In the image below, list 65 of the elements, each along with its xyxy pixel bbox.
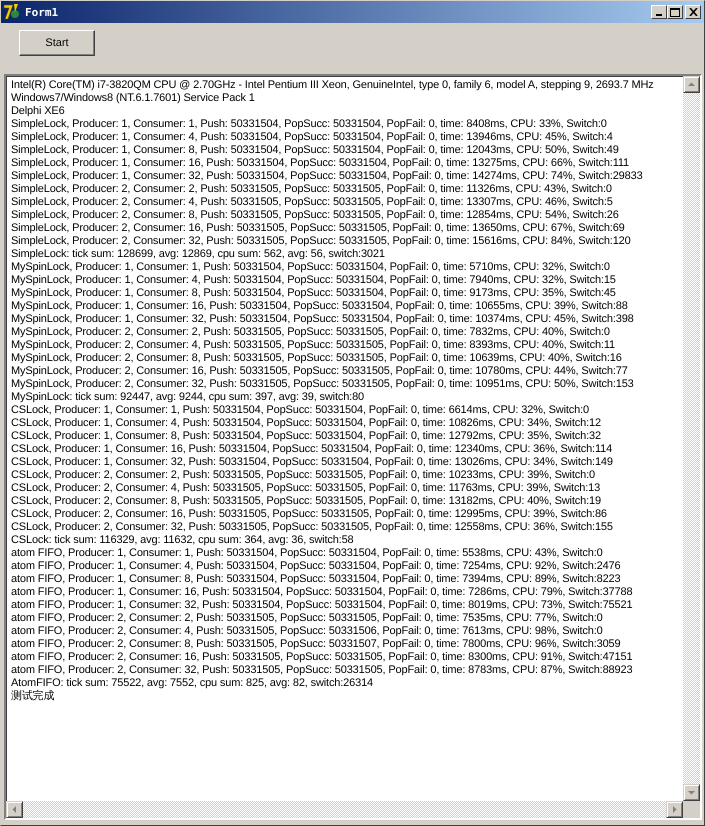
scroll-down-button[interactable] xyxy=(683,784,700,801)
log-line: CSLock, Producer: 1, Consumer: 32, Push: 50331504, PopSucc: 50331504, PopFail: 0, time: 13026ms, CPU: 34%, Switch:149 xyxy=(11,456,613,469)
scroll-right-button[interactable] xyxy=(666,801,683,818)
log-line: SimpleLock, Producer: 2, Consumer: 4, Push: 50331505, PopSucc: 50331505, PopFail: 0, time: 13307ms, CPU: 46%, Switch:5 xyxy=(11,196,613,209)
log-line: atom FIFO, Producer: 2, Consumer: 32, Push: 50331505, PopSucc: 50331505, PopFail: 0, time: 8783ms, CPU: 87%, Switch:88923 xyxy=(11,664,632,677)
log-line: atom FIFO, Producer: 1, Consumer: 32, Push: 50331504, PopSucc: 50331504, PopFail: 0, time: 8019ms, CPU: 73%, Switch:75521 xyxy=(11,599,632,612)
scroll-up-button[interactable] xyxy=(683,76,700,93)
log-line: MySpinLock, Producer: 1, Consumer: 8, Push: 50331504, PopSucc: 50331504, PopFail: 0, time: 9173ms, CPU: 35%, Switch:45 xyxy=(11,287,616,300)
up-arrow-icon xyxy=(688,81,695,88)
log-line: atom FIFO, Producer: 2, Consumer: 8, Push: 50331505, PopSucc: 50331507, PopFail: 0, time: 7800ms, CPU: 96%, Switch:3059 xyxy=(11,638,620,651)
log-line: SimpleLock, Producer: 1, Consumer: 32, Push: 50331504, PopSucc: 50331504, PopFail: 0, time: 14274ms, CPU: 74%, Switch:29833 xyxy=(11,170,643,183)
log-line: SimpleLock, Producer: 1, Consumer: 4, Push: 50331504, PopSucc: 50331504, PopFail: 0, time: 13946ms, CPU: 45%, Switch:4 xyxy=(11,131,613,144)
log-line: CSLock, Producer: 1, Consumer: 16, Push: 50331504, PopSucc: 50331504, PopFail: 0, time: 12340ms, CPU: 36%, Switch:114 xyxy=(11,443,612,456)
log-line: SimpleLock, Producer: 1, Consumer: 16, Push: 50331504, PopSucc: 50331504, PopFail: 0, time: 13275ms, CPU: 66%, Switch:111 xyxy=(11,157,629,170)
minimize-button[interactable] xyxy=(651,5,667,19)
log-line: SimpleLock, Producer: 1, Consumer: 1, Push: 50331504, PopSucc: 50331504, PopFail: 0, time: 8408ms, CPU: 33%, Switch:0 xyxy=(11,118,607,131)
log-line: Intel(R) Core(TM) i7-3820QM CPU @ 2.70GHz - Intel Pentium III Xeon, GenuineIntel, type 0, family 6, model A, stepping 9, 2693.7 MHz xyxy=(11,79,654,92)
left-arrow-icon xyxy=(11,806,18,813)
log-line: CSLock, Producer: 2, Consumer: 16, Push: 50331505, PopSucc: 50331505, PopFail: 0, time: 12995ms, CPU: 39%, Switch:86 xyxy=(11,508,607,521)
log-line: atom FIFO, Producer: 2, Consumer: 2, Push: 50331505, PopSucc: 50331505, PopFail: 0, time: 7535ms, CPU: 77%, Switch:0 xyxy=(11,612,603,625)
close-button[interactable] xyxy=(685,5,701,19)
close-icon xyxy=(688,8,698,16)
log-line: MySpinLock, Producer: 2, Consumer: 8, Push: 50331505, PopSucc: 50331505, PopFail: 0, time: 10639ms, CPU: 40%, Switch:16 xyxy=(11,352,622,365)
log-line: SimpleLock, Producer: 2, Consumer: 2, Push: 50331505, PopSucc: 50331505, PopFail: 0, time: 11326ms, CPU: 43%, Switch:0 xyxy=(11,183,612,196)
log-line: atom FIFO, Producer: 1, Consumer: 4, Push: 50331504, PopSucc: 50331504, PopFail: 0, time: 7254ms, CPU: 92%, Switch:2476 xyxy=(11,560,620,573)
log-line: MySpinLock, Producer: 1, Consumer: 32, Push: 50331504, PopSucc: 50331504, PopFail: 0, time: 10374ms, CPU: 45%, Switch:398 xyxy=(11,313,634,326)
log-line: MySpinLock, Producer: 1, Consumer: 1, Push: 50331504, PopSucc: 50331504, PopFail: 0, time: 5710ms, CPU: 32%, Switch:0 xyxy=(11,261,610,274)
log-line: SimpleLock, Producer: 2, Consumer: 8, Push: 50331505, PopSucc: 50331505, PopFail: 0, time: 12854ms, CPU: 54%, Switch:26 xyxy=(11,209,619,222)
right-arrow-icon xyxy=(671,806,678,813)
log-line: atom FIFO, Producer: 1, Consumer: 1, Push: 50331504, PopSucc: 50331504, PopFail: 0, time: 5538ms, CPU: 43%, Switch:0 xyxy=(11,547,603,560)
log-line: atom FIFO, Producer: 2, Consumer: 4, Push: 50331505, PopSucc: 50331506, PopFail: 0, time: 7613ms, CPU: 98%, Switch:0 xyxy=(11,625,603,638)
log-line: CSLock: tick sum: 116329, avg: 11632, cpu sum: 364, avg: 36, switch:58 xyxy=(11,534,354,547)
log-line: CSLock, Producer: 2, Consumer: 4, Push: 50331505, PopSucc: 50331505, PopFail: 0, time: 11763ms, CPU: 39%, Switch:13 xyxy=(11,482,600,495)
app-icon xyxy=(3,3,21,21)
log-line: atom FIFO, Producer: 1, Consumer: 8, Push: 50331504, PopSucc: 50331504, PopFail: 0, time: 7394ms, CPU: 89%, Switch:8223 xyxy=(11,573,620,586)
window-title: Form1 xyxy=(25,6,60,18)
log-line: CSLock, Producer: 2, Consumer: 2, Push: 50331505, PopSucc: 50331505, PopFail: 0, time: 10233ms, CPU: 39%, Switch:0 xyxy=(11,469,595,482)
maximize-button[interactable] xyxy=(667,5,683,19)
scrollbar-corner xyxy=(683,801,700,818)
log-line: MySpinLock, Producer: 2, Consumer: 4, Push: 50331505, PopSucc: 50331505, PopFail: 0, time: 8393ms, CPU: 40%, Switch:11 xyxy=(11,339,615,352)
log-line: CSLock, Producer: 1, Consumer: 1, Push: 50331504, PopSucc: 50331504, PopFail: 0, time: 6614ms, CPU: 32%, Switch:0 xyxy=(11,404,589,417)
log-line: atom FIFO, Producer: 1, Consumer: 16, Push: 50331504, PopSucc: 50331504, PopFail: 0, time: 7286ms, CPU: 79%, Switch:37788 xyxy=(11,586,632,599)
log-line: atom FIFO, Producer: 2, Consumer: 16, Push: 50331505, PopSucc: 50331505, PopFail: 0, time: 8300ms, CPU: 91%, Switch:47151 xyxy=(11,651,632,664)
log-line: 测试完成 xyxy=(11,690,54,703)
log-line: MySpinLock, Producer: 2, Consumer: 32, Push: 50331505, PopSucc: 50331505, PopFail: 0, time: 10951ms, CPU: 50%, Switch:153 xyxy=(11,378,634,391)
log-line: Delphi XE6 xyxy=(11,105,65,118)
log-line: AtomFIFO: tick sum: 75522, avg: 7552, cpu sum: 825, avg: 82, switch:26314 xyxy=(11,677,374,690)
log-line: MySpinLock, Producer: 1, Consumer: 16, Push: 50331504, PopSucc: 50331504, PopFail: 0, time: 10655ms, CPU: 39%, Switch:88 xyxy=(11,300,628,313)
log-line: SimpleLock, Producer: 2, Consumer: 16, Push: 50331505, PopSucc: 50331505, PopFail: 0, time: 13650ms, CPU: 67%, Switch:69 xyxy=(11,222,625,235)
log-line: SimpleLock, Producer: 2, Consumer: 32, Push: 50331505, PopSucc: 50331505, PopFail: 0, time: 15616ms, CPU: 84%, Switch:120 xyxy=(11,235,631,248)
log-line: MySpinLock: tick sum: 92447, avg: 9244, cpu sum: 397, avg: 39, switch:80 xyxy=(11,391,364,404)
log-line: CSLock, Producer: 1, Consumer: 8, Push: 50331504, PopSucc: 50331504, PopFail: 0, time: 12792ms, CPU: 35%, Switch:32 xyxy=(11,430,601,443)
log-line: CSLock, Producer: 2, Consumer: 8, Push: 50331505, PopSucc: 50331505, PopFail: 0, time: 13182ms, CPU: 40%, Switch:19 xyxy=(11,495,601,508)
log-line: SimpleLock, Producer: 1, Consumer: 8, Push: 50331504, PopSucc: 50331504, PopFail: 0, time: 12043ms, CPU: 50%, Switch:49 xyxy=(11,144,619,157)
log-line: CSLock, Producer: 1, Consumer: 4, Push: 50331504, PopSucc: 50331504, PopFail: 0, time: 10826ms, CPU: 34%, Switch:12 xyxy=(11,417,601,430)
start-button[interactable]: Start xyxy=(19,30,95,56)
log-line: Windows7/Windows8 (NT.6.1.7601) Service Pack 1 xyxy=(11,92,255,105)
maximize-icon xyxy=(670,8,680,16)
log-line: CSLock, Producer: 2, Consumer: 32, Push: 50331505, PopSucc: 50331505, PopFail: 0, time: 12558ms, CPU: 36%, Switch:155 xyxy=(11,521,613,534)
log-line: MySpinLock, Producer: 2, Consumer: 2, Push: 50331505, PopSucc: 50331505, PopFail: 0, time: 7832ms, CPU: 40%, Switch:0 xyxy=(11,326,610,339)
scroll-left-button[interactable] xyxy=(6,801,23,818)
log-line: MySpinLock, Producer: 1, Consumer: 4, Push: 50331504, PopSucc: 50331504, PopFail: 0, time: 7940ms, CPU: 32%, Switch:15 xyxy=(11,274,616,287)
log-line: SimpleLock: tick sum: 128699, avg: 12869, cpu sum: 562, avg: 56, switch:3021 xyxy=(11,248,385,261)
log-line: MySpinLock, Producer: 2, Consumer: 16, Push: 50331505, PopSucc: 50331505, PopFail: 0, time: 10780ms, CPU: 44%, Switch:77 xyxy=(11,365,628,378)
down-arrow-icon xyxy=(688,789,695,796)
